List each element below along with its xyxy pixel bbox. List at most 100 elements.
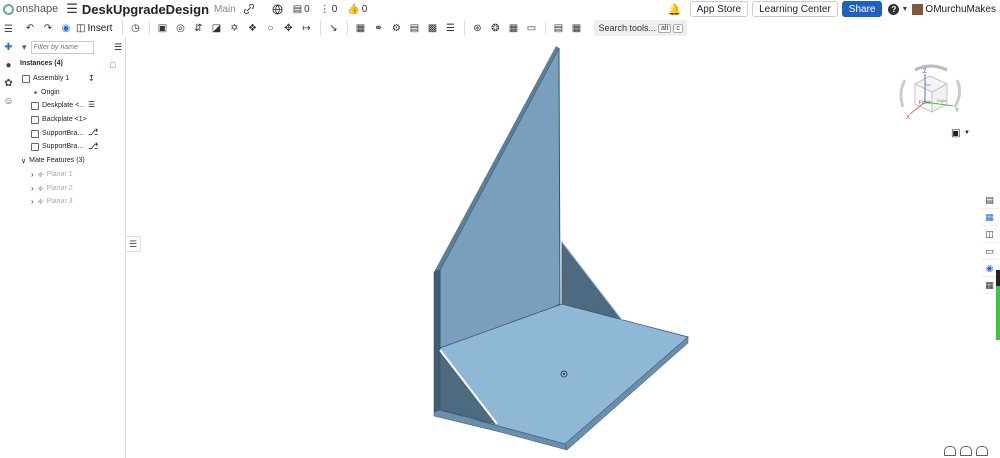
- app-icon[interactable]: ☺: [0, 92, 17, 110]
- pattern-icon[interactable]: ❂: [487, 20, 503, 36]
- slider-mate-icon[interactable]: ⇵: [190, 20, 206, 36]
- search-tools-button[interactable]: Search tools... alt c: [594, 20, 687, 36]
- document-title[interactable]: DeskUpgradeDesign: [82, 2, 209, 17]
- cylindrical-mate-icon[interactable]: ✡: [226, 20, 242, 36]
- comments-icon[interactable]: ●: [0, 56, 17, 74]
- linear-relation-icon[interactable]: ☰: [442, 20, 458, 36]
- relation-icon[interactable]: ⚭: [370, 20, 386, 36]
- render-mode-icon[interactable]: [944, 446, 956, 456]
- app-store-button[interactable]: App Store: [689, 1, 749, 17]
- versions-icon: ▤: [292, 3, 303, 15]
- section-view-icon[interactable]: [960, 446, 972, 456]
- chevron-right-icon[interactable]: ›: [31, 170, 34, 179]
- properties-icon[interactable]: ▤: [981, 192, 998, 209]
- axis-x-label: X: [906, 115, 910, 121]
- list-item[interactable]: › ✥ Planar 1: [31, 169, 73, 180]
- gear-relation-icon[interactable]: ⚙: [388, 20, 404, 36]
- scrollbar-track[interactable]: [996, 270, 1000, 286]
- list-item[interactable]: ∨ Mate Features (3): [21, 155, 85, 166]
- filter-icon[interactable]: ▾: [22, 42, 27, 53]
- undo-icon[interactable]: ↶: [22, 20, 38, 36]
- tree-item-label: Planar 3: [46, 198, 73, 205]
- add-part-icon[interactable]: ✚: [0, 38, 17, 56]
- tree-item-label: SupportBra...: [42, 143, 84, 150]
- redo-icon[interactable]: ↷: [40, 20, 56, 36]
- chevron-right-icon[interactable]: ›: [31, 197, 34, 206]
- mate-connector-tree-icon[interactable]: ⎇: [88, 127, 98, 138]
- feature-list-icon[interactable]: ☰: [0, 20, 17, 38]
- parallel-mate-icon[interactable]: ✥: [280, 20, 296, 36]
- list-item[interactable]: SupportBra...: [31, 141, 83, 152]
- new-folder-icon[interactable]: □: [110, 60, 115, 70]
- measure-icon[interactable]: ▦: [568, 20, 584, 36]
- list-item[interactable]: Origin: [34, 87, 60, 98]
- list-item[interactable]: Backplate <1>: [31, 114, 87, 125]
- camera-icon[interactable]: [976, 446, 988, 456]
- mate-connector-tree-icon[interactable]: ⎇: [88, 141, 98, 152]
- graphics-viewport[interactable]: [126, 38, 976, 458]
- mate-connector-icon[interactable]: ↘: [325, 20, 341, 36]
- mirror-icon[interactable]: ▦: [505, 20, 521, 36]
- mate-values-icon[interactable]: ▭: [981, 243, 998, 260]
- versions-count[interactable]: ▤ 0: [293, 4, 310, 15]
- list-item[interactable]: SupportBra...: [31, 128, 83, 139]
- replicate-icon[interactable]: ⊛: [469, 20, 485, 36]
- revolute-mate-icon[interactable]: ◎: [172, 20, 188, 36]
- view-options-dropdown-icon[interactable]: ▼: [964, 130, 970, 136]
- bom-icon[interactable]: ▤: [550, 20, 566, 36]
- view-cube[interactable]: Top Front Right Z X Y: [895, 62, 965, 122]
- configurations-icon[interactable]: ◫: [981, 226, 998, 243]
- rack-pinion-icon[interactable]: ▤: [406, 20, 422, 36]
- instance-globe-icon[interactable]: ◉: [58, 20, 74, 36]
- brand-name: onshape: [16, 3, 59, 15]
- shortcut-c-key: c: [673, 23, 683, 33]
- tree-item-label: Assembly 1: [33, 75, 70, 82]
- appearance-panel-icon[interactable]: ▦: [981, 209, 998, 226]
- planar-mate-icon[interactable]: ◪: [208, 20, 224, 36]
- list-item[interactable]: Assembly 1: [22, 73, 69, 84]
- link-icon[interactable]: [243, 4, 254, 14]
- appearance-icon[interactable]: ✿: [0, 74, 17, 92]
- backplate-part[interactable]: [439, 47, 561, 349]
- branches-count-value: 0: [331, 3, 338, 15]
- toolbar-divider: [545, 21, 547, 35]
- pin-slot-mate-icon[interactable]: ❖: [244, 20, 260, 36]
- onshape-logo[interactable]: onshape: [3, 3, 58, 15]
- part-instance-icon: [31, 101, 39, 110]
- tangent-mate-icon[interactable]: ↦: [298, 20, 314, 36]
- instances-header[interactable]: Instances (4): [20, 60, 63, 67]
- share-button[interactable]: Share: [841, 1, 883, 17]
- toolbar-divider: [320, 21, 322, 35]
- filter-input[interactable]: [30, 41, 94, 54]
- branches-count[interactable]: ⋮ 0: [320, 4, 338, 15]
- mate-features-label: Mate Features (3): [29, 157, 85, 164]
- chevron-down-icon[interactable]: ∨: [21, 157, 26, 165]
- view-options-icon[interactable]: ▣: [951, 128, 960, 139]
- fastened-mate-icon[interactable]: ▣: [154, 20, 170, 36]
- insert-button[interactable]: ◫ Insert: [76, 23, 112, 34]
- notification-bell-icon[interactable]: 🔔: [668, 3, 682, 16]
- avatar[interactable]: [912, 3, 924, 15]
- menu-icon[interactable]: ☰: [66, 1, 78, 17]
- group-icon[interactable]: ▦: [352, 20, 368, 36]
- download-icon[interactable]: ↧: [88, 74, 95, 83]
- explode-icon[interactable]: ▭: [523, 20, 539, 36]
- screw-relation-icon[interactable]: ▩: [424, 20, 440, 36]
- ball-mate-icon[interactable]: ○: [262, 20, 278, 36]
- globe-icon[interactable]: [272, 4, 283, 15]
- chevron-right-icon[interactable]: ›: [31, 184, 34, 193]
- mate-group-icon[interactable]: ☰: [88, 100, 95, 109]
- help-dropdown-icon[interactable]: ▼: [901, 6, 908, 13]
- list-item[interactable]: › ✥ Planar 2: [31, 183, 73, 194]
- branch-label[interactable]: Main: [214, 4, 236, 15]
- search-tools-label: Search tools...: [598, 23, 656, 33]
- history-icon[interactable]: ◷: [127, 20, 143, 36]
- likes-count[interactable]: 👍 0: [347, 4, 367, 15]
- tree-item-label: SupportBra...: [42, 130, 84, 137]
- list-view-icon[interactable]: ☰: [114, 42, 122, 53]
- list-item[interactable]: › ✥ Planar 3: [31, 196, 73, 207]
- username[interactable]: OMurchuMakes: [925, 4, 996, 15]
- learning-center-button[interactable]: Learning Center: [752, 1, 838, 17]
- list-item[interactable]: Deskplate <...: [31, 100, 85, 111]
- help-icon[interactable]: ?: [888, 3, 900, 15]
